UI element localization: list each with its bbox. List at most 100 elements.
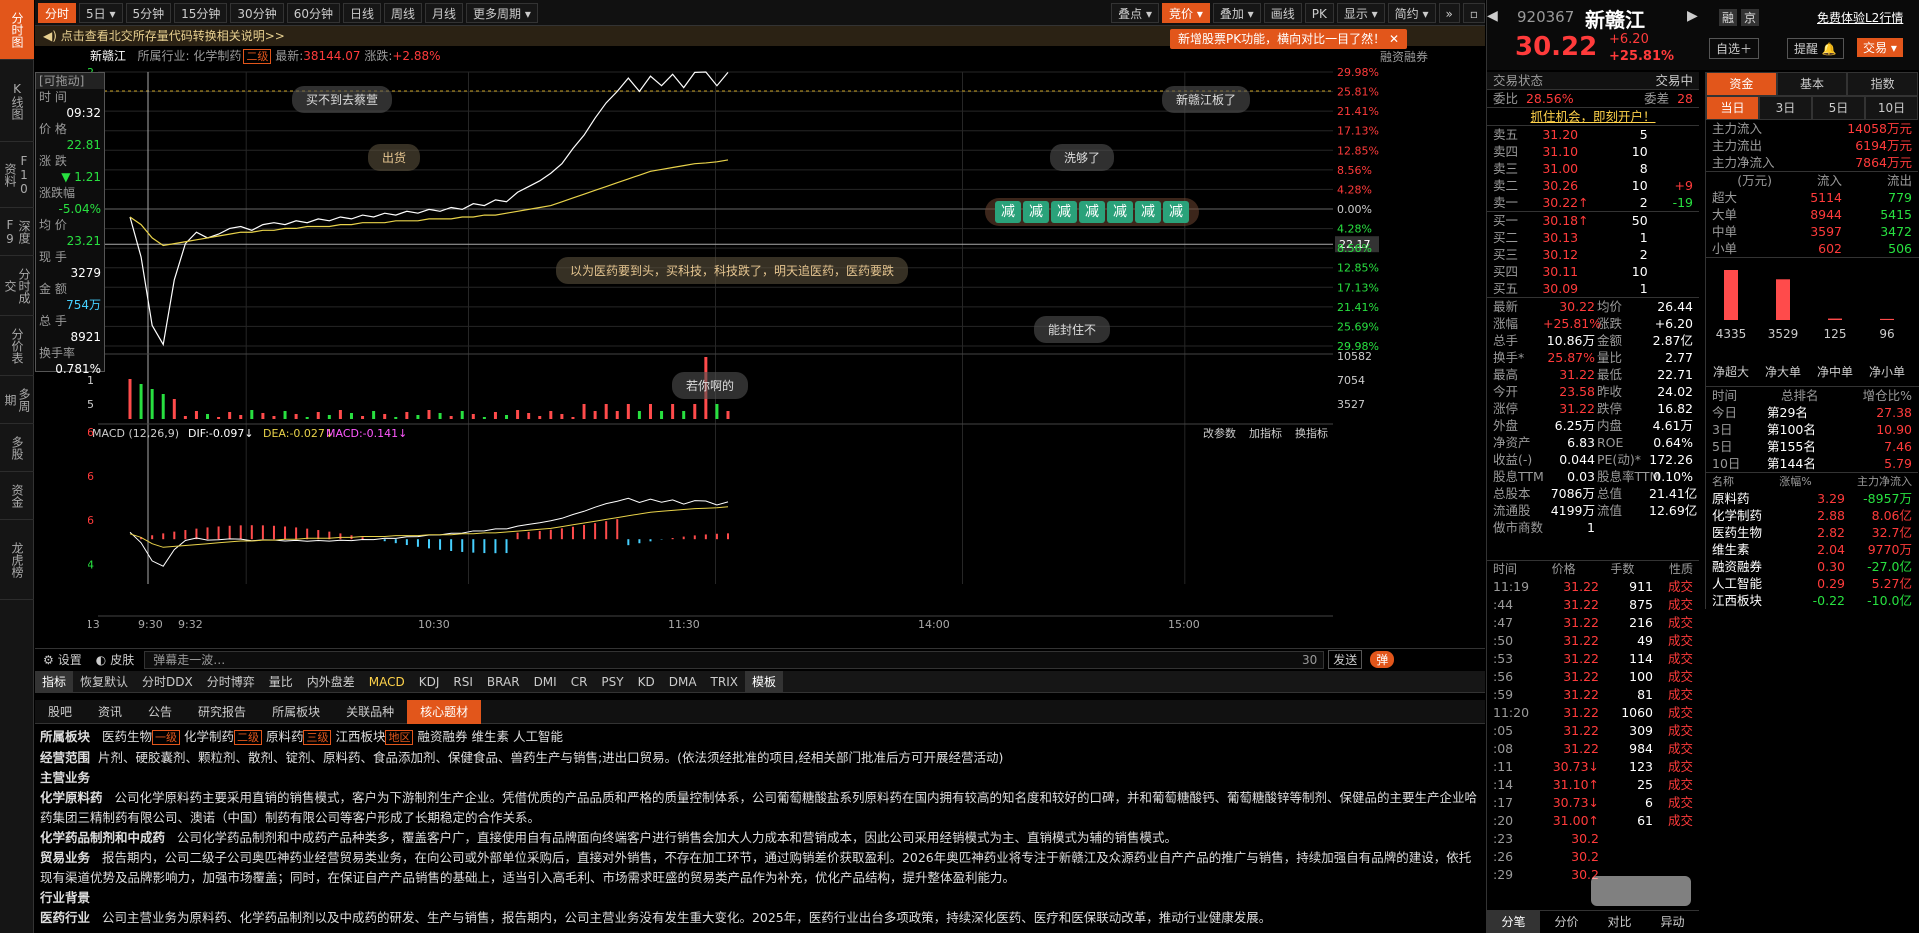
period-tab[interactable]: 60分钟	[286, 2, 340, 23]
collapse-icon[interactable]: »	[1438, 2, 1460, 23]
fund-tab[interactable]: 资金	[1706, 72, 1777, 96]
crosshair-info[interactable]: [可拖动] 时 间 09:32 价 格 22.81 涨 跌 ▼ 1.21 涨跌幅…	[35, 72, 105, 376]
notice-text[interactable]: 点击查看北交所存量代码转换相关说明>>	[61, 29, 285, 43]
chart-tool[interactable]: 叠加 ▾	[1212, 2, 1261, 23]
sector-item[interactable]: 人工智能	[513, 729, 563, 744]
indicator-tab[interactable]: DMA	[662, 671, 704, 693]
indicator-tab[interactable]: KDJ	[412, 671, 447, 693]
sector-row[interactable]: 医药生物 2.82 32.7亿	[1706, 524, 1918, 541]
trade-button[interactable]: 交易 ▾	[1857, 38, 1903, 57]
chart-tool[interactable]: PK	[1304, 2, 1334, 23]
indicator-tab[interactable]: 恢复默认	[73, 671, 135, 693]
sector-row[interactable]: 人工智能 0.29 5.27亿	[1706, 575, 1918, 592]
left-nav-item[interactable]: 资金	[0, 472, 34, 520]
sector-name[interactable]: 化学制药	[1712, 507, 1792, 524]
restore-icon[interactable]: ▫	[1462, 2, 1485, 23]
left-nav-item[interactable]: 龙虎榜	[0, 520, 34, 600]
period-tab[interactable]: 5分钟	[125, 2, 172, 23]
send-button[interactable]: 发送	[1328, 650, 1363, 669]
day-tab[interactable]: 5日	[1812, 96, 1865, 120]
sector-item[interactable]: 维生素	[471, 729, 509, 744]
sector-row[interactable]: 原料药 3.29 -8957万	[1706, 490, 1918, 507]
sector-item[interactable]: 医药生物	[102, 729, 152, 744]
danmu-input[interactable]: 弹幕走一波… 30	[144, 650, 1325, 669]
f10-tab[interactable]: 资讯	[85, 700, 135, 724]
sector-name[interactable]: 江西板块	[1712, 592, 1792, 609]
day-tab[interactable]: 10日	[1865, 96, 1918, 120]
close-icon[interactable]: ✕	[1389, 32, 1399, 46]
left-nav-item[interactable]: K线图	[0, 60, 34, 142]
danmu-toggle[interactable]: 弹	[1370, 651, 1395, 668]
skin-button[interactable]: 皮肤	[110, 651, 134, 668]
indicator-tab[interactable]: BRAR	[480, 671, 527, 693]
left-nav-item[interactable]: F10资料	[0, 142, 34, 208]
f10-tab[interactable]: 所属板块	[259, 700, 333, 724]
intraday-chart[interactable]: 22.1729.98%25.81%21.41%17.13%12.85%8.56%…	[88, 64, 1423, 634]
f10-tab[interactable]: 研究报告	[185, 700, 259, 724]
indicator-tab[interactable]: 量比	[262, 671, 300, 693]
day-tab[interactable]: 3日	[1759, 96, 1812, 120]
period-tab[interactable]: 分时	[38, 2, 77, 23]
sector-name[interactable]: 维生素	[1712, 541, 1792, 558]
add-watchlist-button[interactable]: 自选＋	[1709, 38, 1760, 59]
chart-tool[interactable]: 画线	[1263, 2, 1302, 23]
skin-icon[interactable]: ◐	[96, 653, 106, 667]
chart-tool[interactable]: 叠点 ▾	[1111, 2, 1160, 23]
sector-row[interactable]: 融资融券 0.30 -27.0亿	[1706, 558, 1918, 575]
left-nav-item[interactable]: 深度F9	[0, 208, 34, 256]
indicator-tab[interactable]: 分时博弈	[200, 671, 262, 693]
drag-label[interactable]: [可拖动]	[36, 73, 104, 89]
f10-tab[interactable]: 公告	[135, 700, 185, 724]
settings-button[interactable]: 设置	[58, 651, 82, 668]
indicator-tab[interactable]: 内外盘差	[300, 671, 362, 693]
tick-tab[interactable]: 分价	[1540, 911, 1593, 933]
sector-name[interactable]: 人工智能	[1712, 575, 1792, 592]
f10-tab[interactable]: 股吧	[35, 700, 85, 724]
indicator-tab[interactable]: TRIX	[704, 671, 745, 693]
open-account-link[interactable]: 抓住机会，即刻开户！	[1487, 107, 1699, 125]
next-stock-icon[interactable]: ▶	[1687, 8, 1698, 24]
period-tab[interactable]: 15分钟	[174, 2, 228, 23]
fund-tab[interactable]: 基本	[1776, 72, 1848, 96]
indicator-tab[interactable]: 分时DDX	[135, 671, 200, 693]
indicator-tab[interactable]: MACD	[362, 671, 412, 693]
sector-name[interactable]: 医药生物	[1712, 524, 1792, 541]
prev-stock-icon[interactable]: ◀	[1487, 8, 1498, 24]
sector-item[interactable]: 江西板块	[335, 729, 385, 744]
indicator-tab[interactable]: PSY	[594, 671, 630, 693]
chart-tool[interactable]: 竞价 ▾	[1162, 2, 1210, 23]
indicator-tab[interactable]: CR	[564, 671, 595, 693]
period-tab[interactable]: 5日 ▾	[79, 2, 123, 23]
sector-name[interactable]: 融资融券	[1712, 558, 1792, 575]
indicator-tab[interactable]: DMI	[527, 671, 564, 693]
sector-item[interactable]: 原料药	[266, 729, 304, 744]
sector-row[interactable]: 维生素 2.04 9770万	[1706, 541, 1918, 558]
left-nav-item[interactable]: 分时图	[0, 0, 34, 60]
indicator-tab[interactable]: KD	[631, 671, 662, 693]
sector-row[interactable]: 江西板块 -0.22 -10.0亿	[1706, 592, 1918, 609]
day-tab[interactable]: 当日	[1706, 96, 1759, 120]
f10-tab[interactable]: 关联品种	[333, 700, 407, 724]
period-tab[interactable]: 日线	[342, 2, 381, 23]
indicator-tab[interactable]: RSI	[446, 671, 480, 693]
gear-icon[interactable]: ⚙	[43, 653, 54, 667]
tick-tab[interactable]: 异动	[1646, 911, 1699, 933]
period-tab[interactable]: 周线	[384, 2, 423, 23]
f10-tab[interactable]: 核心题材	[407, 699, 482, 724]
indicator-tab[interactable]: 指标	[35, 670, 74, 693]
indicator-tab[interactable]: 模板	[744, 670, 783, 693]
period-tab[interactable]: 30分钟	[230, 2, 284, 23]
alert-button[interactable]: 提醒 🔔	[1787, 38, 1844, 59]
sector-item[interactable]: 化学制药	[184, 729, 234, 744]
sector-row[interactable]: 化学制药 2.88 8.06亿	[1706, 507, 1918, 524]
tick-tab[interactable]: 分笔	[1487, 911, 1540, 933]
chart-tool[interactable]: 显示 ▾	[1336, 2, 1385, 23]
left-nav-item[interactable]: 分时成交	[0, 256, 34, 316]
sector-name[interactable]: 原料药	[1712, 490, 1792, 507]
sector-item[interactable]: 融资融券	[417, 729, 467, 744]
chart-tool[interactable]: 简约 ▾	[1387, 2, 1436, 23]
period-tab[interactable]: 更多周期 ▾	[466, 2, 538, 23]
tick-tab[interactable]: 对比	[1593, 911, 1646, 933]
period-tab[interactable]: 月线	[425, 2, 464, 23]
left-nav-item[interactable]: 多股	[0, 424, 34, 472]
